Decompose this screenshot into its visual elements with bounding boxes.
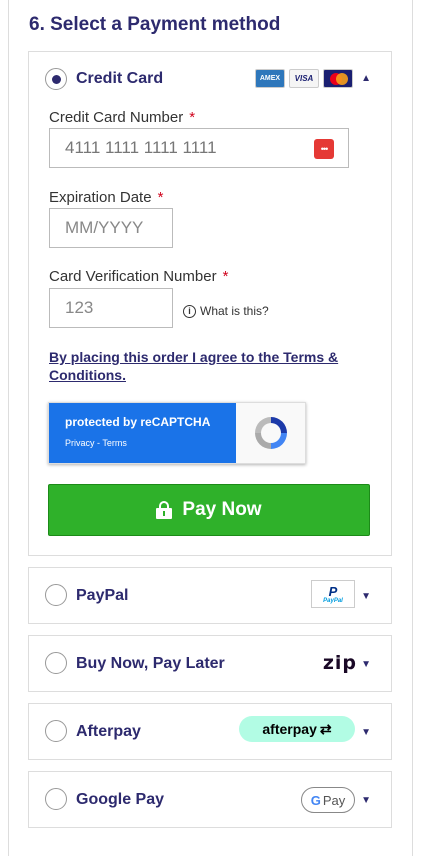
pay-now-label: Pay Now	[182, 499, 262, 520]
cvv-label: Card Verification Number *	[49, 268, 229, 285]
credit-card-radio[interactable]	[45, 68, 67, 90]
cvv-input[interactable]: 123	[49, 288, 173, 328]
terms-link[interactable]: By placing this order I agree to the Ter…	[49, 348, 379, 384]
google-pay-radio[interactable]	[45, 788, 67, 810]
cvv-help-text: What is this?	[200, 304, 269, 318]
zip-logo-icon: zip	[322, 652, 357, 674]
section-title: 6. Select a Payment method	[29, 14, 281, 35]
credit-card-header[interactable]: Credit Card AMEX VISA ▲	[29, 52, 391, 104]
card-logos: AMEX VISA	[255, 69, 353, 88]
chevron-down-icon[interactable]: ▼	[361, 795, 371, 806]
payment-method-google-pay[interactable]: Google Pay G Pay ▼	[28, 771, 392, 828]
google-pay-label: Google Pay	[76, 791, 165, 808]
paypal-label: PayPal	[76, 587, 129, 604]
recaptcha-logo-icon	[236, 403, 305, 463]
recaptcha-text-area: protected by reCAPTCHA Privacy - Terms	[49, 403, 236, 463]
credit-card-label: Credit Card	[76, 70, 164, 87]
recaptcha-links[interactable]: Privacy - Terms	[65, 438, 236, 448]
pay-now-button[interactable]: Pay Now	[48, 484, 370, 536]
chevron-down-icon[interactable]: ▼	[361, 727, 371, 738]
google-pay-logo-icon: G Pay	[301, 787, 355, 813]
afterpay-radio[interactable]	[45, 720, 67, 742]
card-type-icon: •••	[314, 139, 334, 159]
recaptcha-title: protected by reCAPTCHA	[65, 415, 211, 429]
afterpay-label: Afterpay	[76, 723, 141, 740]
zip-radio[interactable]	[45, 652, 67, 674]
expiration-label: Expiration Date *	[49, 189, 164, 206]
chevron-down-icon[interactable]: ▼	[361, 659, 371, 670]
paypal-radio[interactable]	[45, 584, 67, 606]
amex-icon: AMEX	[255, 69, 285, 88]
recaptcha-badge[interactable]: protected by reCAPTCHA Privacy - Terms	[48, 402, 306, 464]
card-number-label: Credit Card Number *	[49, 109, 196, 126]
payment-method-zip[interactable]: Buy Now, Pay Later zip ▼	[28, 635, 392, 692]
zip-label: Buy Now, Pay Later	[76, 655, 225, 672]
lock-icon	[156, 501, 173, 519]
paypal-logo-icon: P PayPal	[311, 580, 355, 608]
payment-method-paypal[interactable]: PayPal P PayPal ▼	[28, 567, 392, 624]
mastercard-icon	[323, 69, 353, 88]
info-icon: i	[183, 304, 196, 318]
afterpay-logo-icon: afterpay ⇄	[239, 716, 355, 742]
payment-method-afterpay[interactable]: Afterpay afterpay ⇄ ▼	[28, 703, 392, 760]
chevron-down-icon[interactable]: ▼	[361, 591, 371, 602]
chevron-up-icon[interactable]: ▲	[361, 73, 371, 84]
expiration-input[interactable]: MM/YYYY	[49, 208, 173, 248]
visa-icon: VISA	[289, 69, 319, 88]
card-number-input[interactable]: 4111 1111 1111 1111 •••	[49, 128, 349, 168]
cvv-help-link[interactable]: i What is this?	[183, 304, 269, 318]
